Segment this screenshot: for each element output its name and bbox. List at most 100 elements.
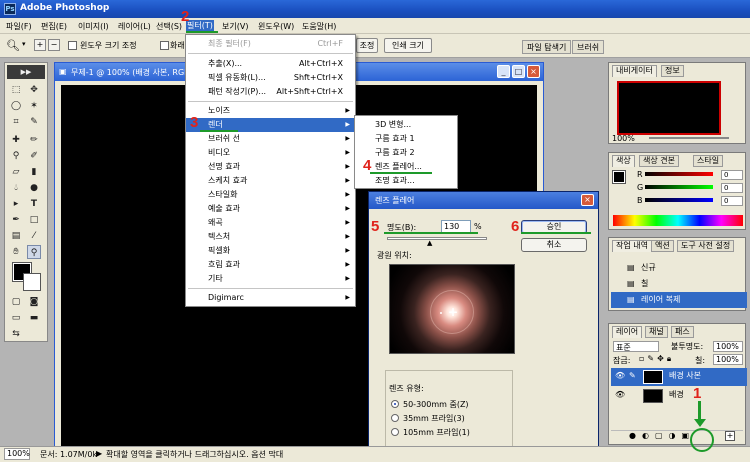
gradient-tool-icon[interactable]: ▮: [27, 165, 41, 179]
menu-filter[interactable]: 필터(T): [186, 20, 214, 31]
blend-mode-select[interactable]: 표준: [613, 341, 659, 352]
crosshair-icon[interactable]: +: [448, 305, 458, 319]
tab-history[interactable]: 작업 내역: [612, 240, 652, 252]
menu-item-stylize[interactable]: 스타일화 ▶: [186, 188, 355, 202]
history-item[interactable]: ▤ 칠: [611, 276, 747, 292]
close-icon[interactable]: ×: [527, 65, 540, 78]
lock-icons[interactable]: ▫✎✥🔒︎: [639, 354, 674, 364]
eraser-tool-icon[interactable]: ▱: [9, 165, 23, 179]
fill-checkbox[interactable]: [160, 41, 169, 50]
cancel-button[interactable]: 취소: [521, 238, 587, 252]
brightness-slider-thumb[interactable]: ▲: [427, 240, 432, 247]
history-brush-tool-icon[interactable]: ✐: [27, 149, 41, 163]
background-color-swatch[interactable]: [23, 273, 41, 291]
adjust-button[interactable]: 조정: [356, 38, 378, 53]
maximize-icon[interactable]: □: [512, 65, 525, 78]
tab-layers[interactable]: 레이어: [612, 326, 643, 338]
hand-tool-icon[interactable]: ✋︎: [9, 245, 23, 259]
status-arrow-icon[interactable]: ▶: [96, 449, 102, 458]
minimize-icon[interactable]: _: [497, 65, 510, 78]
notes-tool-icon[interactable]: ▤: [9, 229, 23, 243]
brightness-slider-track[interactable]: [387, 237, 487, 240]
menu-item-noise[interactable]: 노이즈 ▶: [186, 104, 355, 118]
menu-item-extract[interactable]: 추출(X)... Alt+Ctrl+X: [186, 57, 355, 71]
menu-file[interactable]: 파일(F): [6, 21, 32, 32]
menu-edit[interactable]: 편집(E): [41, 21, 67, 32]
submenu-item-clouds-1[interactable]: 구름 효과 1: [355, 132, 457, 146]
layers-footer-icons[interactable]: ●◐▢◑▣: [611, 430, 743, 442]
blur-tool-icon[interactable]: 💧︎: [9, 181, 23, 195]
submenu-item-3d-transform[interactable]: 3D 변형...: [355, 118, 457, 132]
menu-item-digimarc[interactable]: Digimarc ▶: [186, 291, 355, 305]
lens-type-radio-35mm[interactable]: [391, 414, 399, 422]
quick-mask-mode-icon[interactable]: ◙: [27, 295, 41, 309]
tab-styles[interactable]: 스타일: [693, 155, 724, 167]
crop-tool-icon[interactable]: ⌗: [9, 115, 23, 129]
standard-mode-icon[interactable]: ▢: [9, 295, 23, 309]
zoom-out-icon[interactable]: −: [48, 39, 60, 51]
layer-row-selected[interactable]: 👁︎ ✎ 배경 사본: [611, 368, 747, 386]
channel-r-value[interactable]: 0: [721, 170, 743, 180]
stamp-tool-icon[interactable]: ⚲: [9, 149, 23, 163]
tab-paths[interactable]: 패스: [671, 326, 694, 338]
menu-help[interactable]: 도움말(H): [302, 21, 336, 32]
new-layer-icon[interactable]: +: [725, 431, 735, 441]
menu-item-artistic[interactable]: 예술 효과 ▶: [186, 202, 355, 216]
menu-item-video[interactable]: 비디오 ▶: [186, 146, 355, 160]
channel-g-value[interactable]: 0: [721, 183, 743, 193]
menu-item-pixelate[interactable]: 픽셀화 ▶: [186, 244, 355, 258]
flare-preview[interactable]: +: [389, 264, 515, 354]
menu-image[interactable]: 이미지(I): [78, 21, 109, 32]
channel-r-slider[interactable]: [645, 172, 713, 176]
channel-b-slider[interactable]: [645, 198, 713, 202]
channel-g-slider[interactable]: [645, 185, 713, 189]
shape-tool-icon[interactable]: □: [27, 213, 41, 227]
zoom-tool-selected-icon[interactable]: ⚲: [27, 245, 41, 259]
screen-mode-standard-icon[interactable]: ▭: [9, 311, 23, 325]
opacity-input[interactable]: 100%: [713, 341, 743, 352]
dialog-close-icon[interactable]: ×: [581, 194, 594, 206]
status-zoom[interactable]: 100%: [4, 448, 30, 460]
healing-brush-tool-icon[interactable]: ✚: [9, 133, 23, 147]
lasso-tool-icon[interactable]: ◯: [9, 99, 23, 113]
menu-item-blur[interactable]: 흐림 효과 ▶: [186, 258, 355, 272]
color-spectrum-bar[interactable]: [613, 215, 743, 226]
screen-mode-full-icon[interactable]: ▬: [27, 311, 41, 325]
tab-tool-presets[interactable]: 도구 사전 설정: [677, 240, 735, 252]
zoom-tool-icon[interactable]: 🔍︎: [6, 39, 20, 52]
type-tool-icon[interactable]: T: [27, 197, 41, 211]
dodge-tool-icon[interactable]: ●: [27, 181, 41, 195]
fit-window-checkbox[interactable]: [68, 41, 77, 50]
dropdown-arrow-icon[interactable]: ▾: [22, 40, 26, 48]
color-fg-swatch[interactable]: [612, 170, 626, 184]
menu-item-texture[interactable]: 텍스처 ▶: [186, 230, 355, 244]
lens-type-radio-105mm[interactable]: [391, 428, 399, 436]
navigator-zoom-slider[interactable]: [649, 137, 729, 139]
tab-brushes[interactable]: 브러쉬: [572, 40, 605, 54]
eyedropper-tool-icon[interactable]: ⁄: [27, 229, 41, 243]
slice-tool-icon[interactable]: ✎: [27, 115, 41, 129]
menu-layer[interactable]: 레이어(L): [118, 21, 151, 32]
jump-to-imageready-icon[interactable]: ⇆: [9, 327, 23, 341]
lens-type-radio-zoom[interactable]: [391, 400, 399, 408]
brush-tool-icon[interactable]: ✏: [27, 133, 41, 147]
menu-select[interactable]: 선택(S): [156, 21, 182, 32]
print-size-button[interactable]: 인쇄 크기: [384, 38, 432, 53]
tab-swatches[interactable]: 색상 견본: [639, 155, 679, 167]
navigator-thumbnail[interactable]: [617, 81, 721, 135]
eye-icon[interactable]: 👁︎: [615, 387, 625, 403]
menu-item-distort[interactable]: 왜곡 ▶: [186, 216, 355, 230]
history-item[interactable]: ▤ 신규: [611, 260, 747, 276]
tab-color[interactable]: 색상: [612, 155, 635, 167]
layer-row[interactable]: 👁︎ 배경: [611, 387, 747, 405]
path-selection-tool-icon[interactable]: ▸: [9, 197, 23, 211]
menu-item-brush-strokes[interactable]: 브러쉬 선 ▶: [186, 132, 355, 146]
pen-tool-icon[interactable]: ✒: [9, 213, 23, 227]
tab-channels[interactable]: 채널: [645, 326, 668, 338]
menu-item-other[interactable]: 기타 ▶: [186, 272, 355, 286]
layer-fill-input[interactable]: 100%: [713, 354, 743, 365]
history-item-selected[interactable]: ▤ 레이어 복제: [611, 292, 747, 308]
channel-b-value[interactable]: 0: [721, 196, 743, 206]
tab-file-browser[interactable]: 파일 탐색기: [522, 40, 572, 54]
menu-view[interactable]: 보기(V): [222, 21, 248, 32]
